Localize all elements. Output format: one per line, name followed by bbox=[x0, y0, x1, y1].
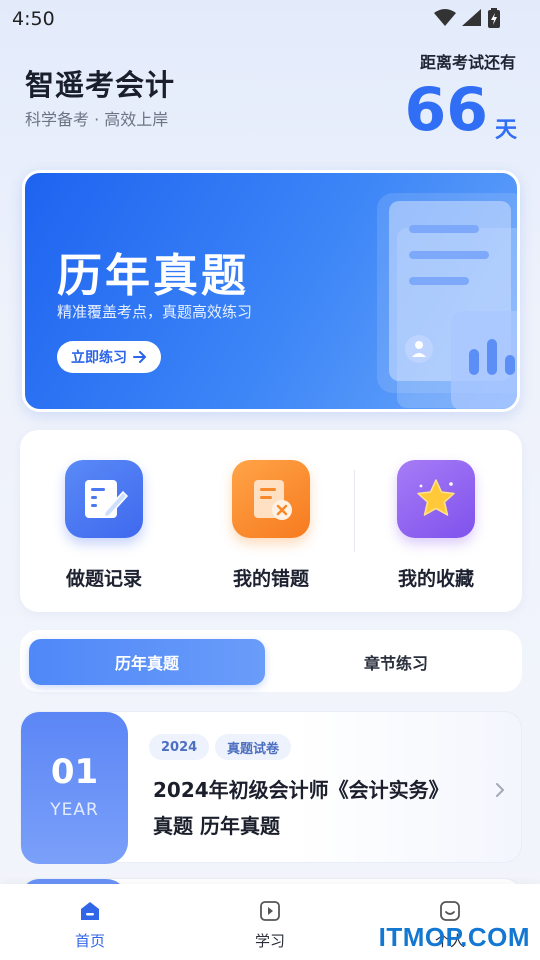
signal-icon bbox=[462, 9, 481, 26]
nav-home[interactable]: 首页 bbox=[40, 900, 140, 951]
chevron-right-icon bbox=[496, 783, 504, 797]
play-square-icon bbox=[260, 901, 280, 921]
quick-action-wrong-questions[interactable]: 我的错题 bbox=[201, 460, 341, 591]
status-time: 4:50 bbox=[12, 8, 55, 30]
quick-action-label: 我的收藏 bbox=[397, 568, 474, 590]
tab-chapter-practice[interactable]: 章节练习 bbox=[278, 639, 514, 685]
star-icon bbox=[397, 460, 475, 538]
status-bar: 4:50 bbox=[0, 0, 540, 36]
banner-past-exams[interactable]: 历年真题 精准覆盖考点，真题高效练习 立即练习 bbox=[22, 170, 520, 412]
exam-index-number: 01 bbox=[50, 752, 99, 792]
notebook-edit-icon bbox=[65, 460, 143, 538]
exam-tag-type: 真题试卷 bbox=[215, 734, 292, 760]
smile-icon bbox=[440, 901, 460, 921]
practice-now-button[interactable]: 立即练习 bbox=[57, 341, 161, 373]
quick-action-practice-record[interactable]: 做题记录 bbox=[34, 460, 174, 591]
watermark: ITMOP.COM bbox=[378, 922, 530, 952]
documents-illustration-icon bbox=[377, 193, 517, 409]
countdown-label: 距离考试还有 bbox=[419, 53, 516, 72]
app-subtitle: 科学备考 · 高效上岸 bbox=[25, 110, 169, 129]
app-title: 智遥考会计 bbox=[25, 68, 176, 102]
arrow-right-icon bbox=[133, 351, 146, 363]
wifi-icon bbox=[434, 9, 456, 26]
exam-list-item[interactable]: 01 YEAR 2024 真题试卷 2024年初级会计师《会计实务》真题 历年真… bbox=[20, 711, 522, 864]
divider bbox=[354, 470, 355, 552]
document-error-icon bbox=[232, 460, 310, 538]
tab-past-exams[interactable]: 历年真题 bbox=[29, 639, 265, 685]
nav-study[interactable]: 学习 bbox=[220, 900, 320, 951]
battery-icon bbox=[488, 8, 500, 28]
nav-label: 首页 bbox=[74, 932, 105, 950]
exam-index-caption: YEAR bbox=[50, 800, 99, 820]
exam-index-block: 01 YEAR bbox=[21, 712, 128, 864]
countdown-days: 66 bbox=[404, 75, 489, 145]
exam-tag-year: 2024 bbox=[149, 734, 210, 760]
status-icons bbox=[434, 8, 500, 28]
countdown-unit: 天 bbox=[494, 118, 517, 143]
quick-action-label: 我的错题 bbox=[232, 568, 309, 590]
quick-actions-card: 做题记录 我的错题 我的收藏 bbox=[20, 430, 522, 612]
practice-now-label: 立即练习 bbox=[71, 350, 127, 366]
nav-label: 学习 bbox=[254, 932, 285, 950]
quick-action-label: 做题记录 bbox=[65, 568, 142, 590]
tab-bar: 历年真题 章节练习 bbox=[20, 630, 522, 692]
exam-title: 2024年初级会计师《会计实务》真题 历年真题 bbox=[153, 778, 449, 838]
quick-action-favorites[interactable]: 我的收藏 bbox=[366, 460, 506, 591]
banner-title: 历年真题 bbox=[57, 249, 250, 302]
banner-subtitle: 精准覆盖考点，真题高效练习 bbox=[57, 303, 253, 321]
home-icon bbox=[81, 902, 99, 920]
